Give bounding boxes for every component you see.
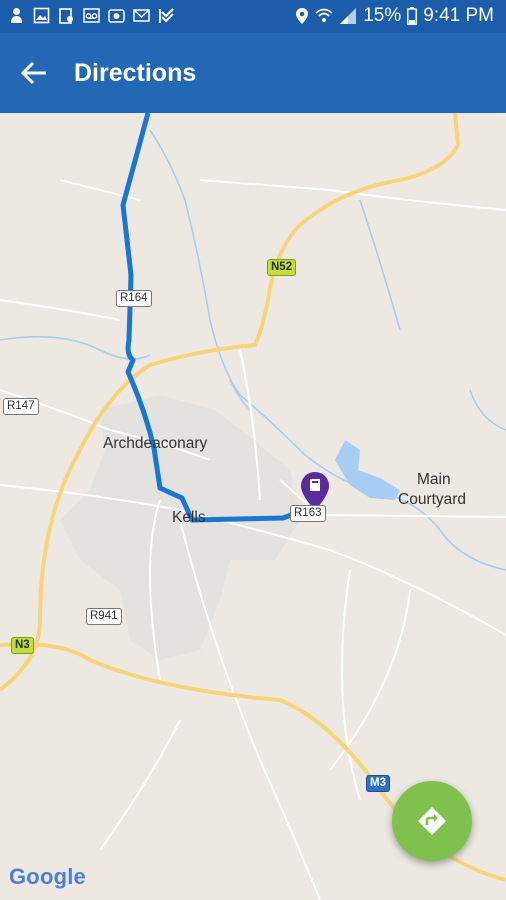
- place-label-courtyard: Courtyard: [398, 491, 467, 508]
- google-logo-text: Google: [9, 864, 86, 889]
- status-bar: 15% 9:41 PM: [0, 0, 506, 33]
- directions-icon: [418, 807, 446, 835]
- app-bar: Directions: [0, 33, 506, 113]
- place-label-main: Main: [417, 471, 451, 488]
- check-flag-icon: [159, 8, 174, 23]
- page-title: Directions: [74, 59, 197, 87]
- arrow-back-icon[interactable]: [18, 57, 50, 89]
- battery-icon: [407, 7, 418, 25]
- mail-icon: [133, 9, 150, 22]
- road-shield-r147: R147: [3, 398, 39, 415]
- google-attribution: Google: [9, 864, 86, 890]
- camera-icon: [108, 9, 125, 23]
- road-shield-n3: N3: [11, 637, 34, 654]
- signal-icon: [340, 8, 357, 24]
- status-right: 15% 9:41 PM: [295, 5, 494, 27]
- wifi-icon: [315, 8, 333, 22]
- notification-icons: [8, 7, 175, 24]
- location-icon: [296, 8, 309, 24]
- battery-percent: 15%: [363, 5, 402, 26]
- map-view[interactable]: Archdeaconary Kells Main Courtyard R164 …: [0, 113, 506, 900]
- person-icon: [11, 8, 22, 23]
- voicemail-icon: [83, 8, 100, 23]
- place-label-kells: Kells: [172, 509, 206, 526]
- clipboard-icon: [59, 8, 73, 24]
- road-shield-m3: M3: [366, 775, 390, 792]
- road-shield-r163: R163: [290, 505, 326, 522]
- place-label-archdeaconary: Archdeaconary: [103, 435, 208, 452]
- clock: 9:41 PM: [423, 5, 494, 26]
- image-icon: [33, 7, 50, 24]
- road-shield-r164: R164: [116, 290, 152, 307]
- road-shield-n52: N52: [267, 259, 297, 276]
- directions-button[interactable]: [392, 781, 472, 861]
- road-shield-r941: R941: [86, 608, 122, 625]
